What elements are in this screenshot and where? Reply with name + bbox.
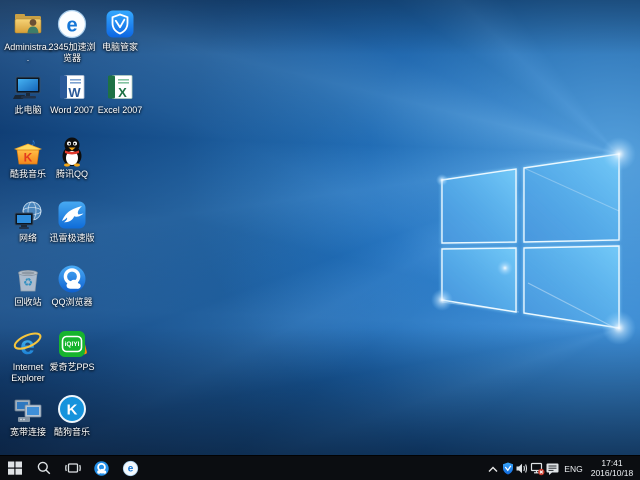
windows-logo — [0, 0, 640, 455]
desktop-icon-kugou-music[interactable]: K 酷狗音乐 — [48, 393, 96, 438]
2345-browser-icon: e — [56, 8, 88, 40]
word-document-icon: W — [56, 71, 88, 103]
desktop-icon-this-pc[interactable]: 此电脑 — [4, 71, 52, 116]
qq-browser-icon — [93, 460, 110, 477]
search-icon — [36, 460, 52, 476]
icon-label: 2345加速浏览器 — [48, 42, 96, 64]
2345-browser-icon: e — [122, 460, 139, 477]
network-disconnected-icon — [530, 461, 545, 476]
user-folder-icon — [12, 8, 44, 40]
icon-label: 电脑管家 — [102, 42, 138, 53]
icon-label: 回收站 — [14, 297, 41, 308]
chevron-up-icon — [486, 462, 500, 476]
icon-label: 迅雷极速版 — [49, 233, 94, 244]
start-button[interactable] — [0, 456, 29, 480]
network-globe-icon — [12, 199, 44, 231]
task-view-button[interactable] — [58, 456, 87, 480]
icon-label: Internet Explorer — [4, 362, 52, 384]
clock-date: 2016/10/18 — [591, 469, 634, 479]
tray-pc-manager[interactable] — [500, 456, 515, 480]
hidden-icons-button[interactable] — [485, 456, 500, 480]
svg-text:K: K — [67, 401, 78, 418]
wallpaper — [0, 0, 640, 455]
svg-text:iQIYI: iQIYI — [65, 341, 80, 348]
k-circle-icon: K — [56, 393, 88, 425]
icon-label: 宽带连接 — [10, 427, 46, 438]
search-button[interactable] — [29, 456, 58, 480]
svg-text:K: K — [24, 151, 33, 165]
desktop-icon-internet-explorer[interactable]: e Internet Explorer — [4, 328, 52, 384]
icon-label: 爱奇艺PPS — [49, 362, 94, 373]
q-cloud-icon — [56, 263, 88, 295]
notification-bubble-icon — [545, 461, 560, 476]
icon-label: Excel 2007 — [98, 105, 143, 116]
desktop-icon-iqiyi[interactable]: iQIYI 爱奇艺PPS — [48, 328, 96, 373]
icon-label: Word 2007 — [50, 105, 94, 116]
icon-label: 网络 — [19, 233, 37, 244]
icon-label: QQ浏览器 — [51, 297, 92, 308]
desktop-icon-thunder[interactable]: 迅雷极速版 — [48, 199, 96, 244]
ie-icon: e — [12, 328, 44, 360]
windows-desktop: Administra... e 2345加速浏览器 电脑管家 — [0, 0, 640, 480]
icon-label: 腾讯QQ — [56, 169, 88, 180]
icon-label: 酷狗音乐 — [54, 427, 90, 438]
desktop-icon-broadband[interactable]: 宽带连接 — [4, 393, 52, 438]
desktop-icon-administrator[interactable]: Administra... — [4, 8, 52, 64]
desktop-icon-kuwo-music[interactable]: ♪ K 酷我音乐 — [4, 135, 52, 180]
windows-start-icon — [7, 460, 23, 476]
desktop-icon-2345-browser[interactable]: e 2345加速浏览器 — [48, 8, 96, 64]
desktop-icon-tencent-qq[interactable]: 腾讯QQ — [48, 135, 96, 180]
taskbar-2345-browser-button[interactable]: e — [116, 456, 145, 480]
desktop-icon-recycle-bin[interactable]: ♻ 回收站 — [4, 263, 52, 308]
taskbar-qq-browser-button[interactable] — [87, 456, 116, 480]
connected-computers-icon — [12, 393, 44, 425]
shield-check-icon — [104, 8, 136, 40]
svg-text:♻: ♻ — [23, 277, 33, 289]
tray-network[interactable] — [530, 456, 545, 480]
taskbar: e — [0, 455, 640, 480]
language-indicator[interactable]: ENG — [560, 456, 587, 480]
svg-text:e: e — [128, 463, 134, 474]
shield-icon — [501, 461, 515, 476]
desktop-icon-qq-browser[interactable]: QQ浏览器 — [48, 263, 96, 308]
task-view-icon — [64, 460, 82, 476]
bird-icon — [56, 199, 88, 231]
desktop-icon-excel-2007[interactable]: X Excel 2007 — [96, 71, 144, 116]
penguin-icon — [56, 135, 88, 167]
svg-text:e: e — [66, 15, 77, 37]
music-box-icon: ♪ K — [12, 135, 44, 167]
computer-monitor-icon — [12, 71, 44, 103]
speaker-icon — [515, 461, 530, 476]
tray-action-center[interactable] — [545, 456, 560, 480]
excel-document-icon: X — [104, 71, 136, 103]
svg-text:X: X — [118, 85, 127, 100]
desktop-icon-word-2007[interactable]: W Word 2007 — [48, 71, 96, 116]
icon-label: 此电脑 — [14, 105, 41, 116]
desktop-icon-pc-manager[interactable]: 电脑管家 — [96, 8, 144, 53]
recycle-bin-icon: ♻ — [12, 263, 44, 295]
svg-text:W: W — [68, 85, 81, 100]
icon-label: 酷我音乐 — [10, 169, 46, 180]
system-tray: ENG 17:41 2016/10/18 — [485, 456, 640, 480]
iqiyi-icon: iQIYI — [56, 328, 88, 360]
icon-label: Administra... — [4, 42, 52, 64]
desktop-icon-network[interactable]: 网络 — [4, 199, 52, 244]
taskbar-clock[interactable]: 17:41 2016/10/18 — [587, 456, 640, 480]
tray-volume[interactable] — [515, 456, 530, 480]
